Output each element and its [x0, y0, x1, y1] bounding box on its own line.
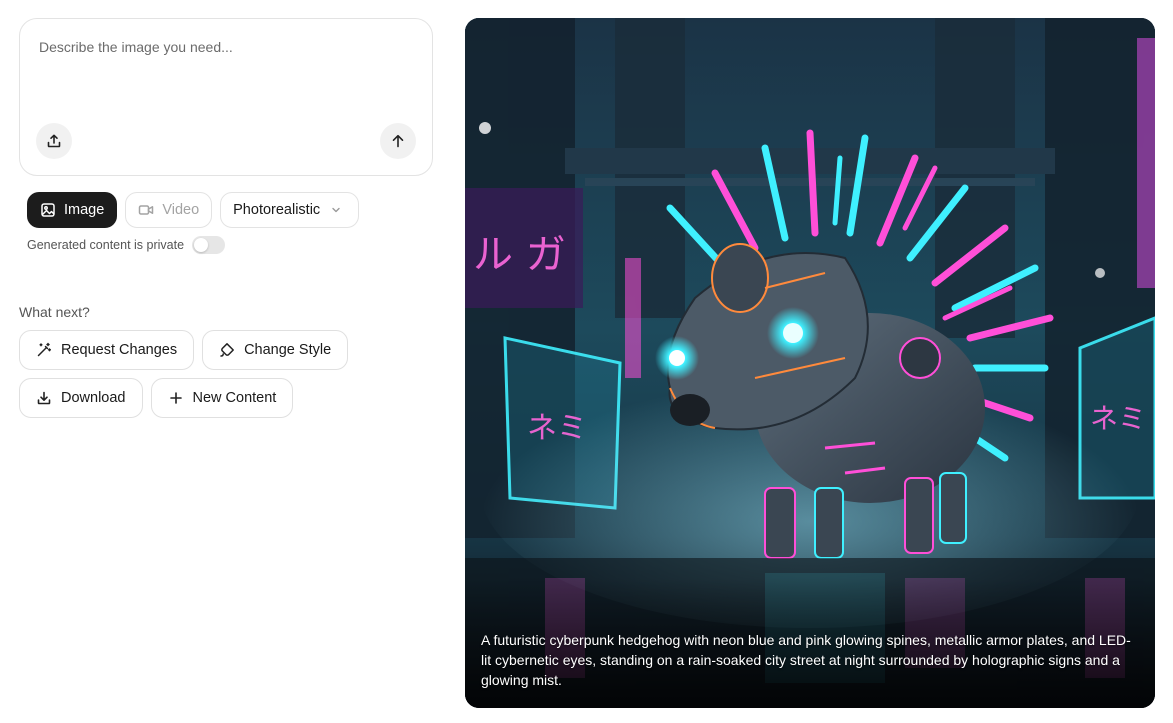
request-changes-label: Request Changes: [61, 342, 178, 358]
privacy-label: Generated content is private: [27, 238, 185, 252]
svg-text:ル ガ: ル ガ: [473, 232, 566, 278]
what-next-heading: What next?: [19, 304, 90, 320]
send-button[interactable]: [380, 123, 416, 159]
privacy-toggle[interactable]: [192, 236, 226, 254]
image-mode-button[interactable]: Image: [27, 192, 118, 228]
upload-icon: [46, 133, 62, 149]
video-mode-button[interactable]: Video: [125, 192, 213, 228]
image-caption: A futuristic cyberpunk hedgehog with neo…: [481, 632, 1131, 688]
generated-image-viewer: ル ガ ネミ ネミ: [465, 18, 1155, 708]
style-icon: [219, 342, 235, 358]
style-select[interactable]: Photorealistic: [220, 192, 360, 228]
new-content-button[interactable]: New Content: [150, 378, 294, 418]
chevron-down-icon: [328, 202, 344, 218]
video-icon: [138, 202, 154, 218]
magic-wand-icon: [36, 342, 52, 358]
prompt-box: [19, 18, 433, 176]
change-style-button[interactable]: Change Style: [202, 330, 349, 370]
left-panel: Image Video Photorealistic Generated con…: [19, 18, 433, 418]
privacy-row: Generated content is private: [27, 236, 226, 254]
privacy-toggle-knob: [194, 238, 209, 252]
request-changes-button[interactable]: Request Changes: [19, 330, 195, 370]
image-mode-label: Image: [64, 202, 105, 218]
new-content-label: New Content: [192, 390, 277, 406]
download-icon: [36, 390, 52, 406]
download-button[interactable]: Download: [19, 378, 143, 418]
image-icon: [40, 202, 56, 218]
next-actions-row-1: Request Changes Change Style: [19, 330, 349, 370]
download-label: Download: [61, 390, 126, 406]
video-mode-label: Video: [162, 202, 200, 218]
next-actions-row-2: Download New Content: [19, 378, 294, 418]
mode-selector: Image Video Photorealistic: [27, 192, 360, 228]
style-select-value: Photorealistic: [233, 202, 321, 218]
arrow-up-icon: [390, 133, 406, 149]
plus-icon: [168, 390, 184, 406]
upload-button[interactable]: [36, 123, 72, 159]
change-style-label: Change Style: [244, 342, 332, 358]
generated-image[interactable]: ル ガ ネミ ネミ: [465, 18, 1155, 708]
prompt-input[interactable]: [39, 37, 409, 57]
